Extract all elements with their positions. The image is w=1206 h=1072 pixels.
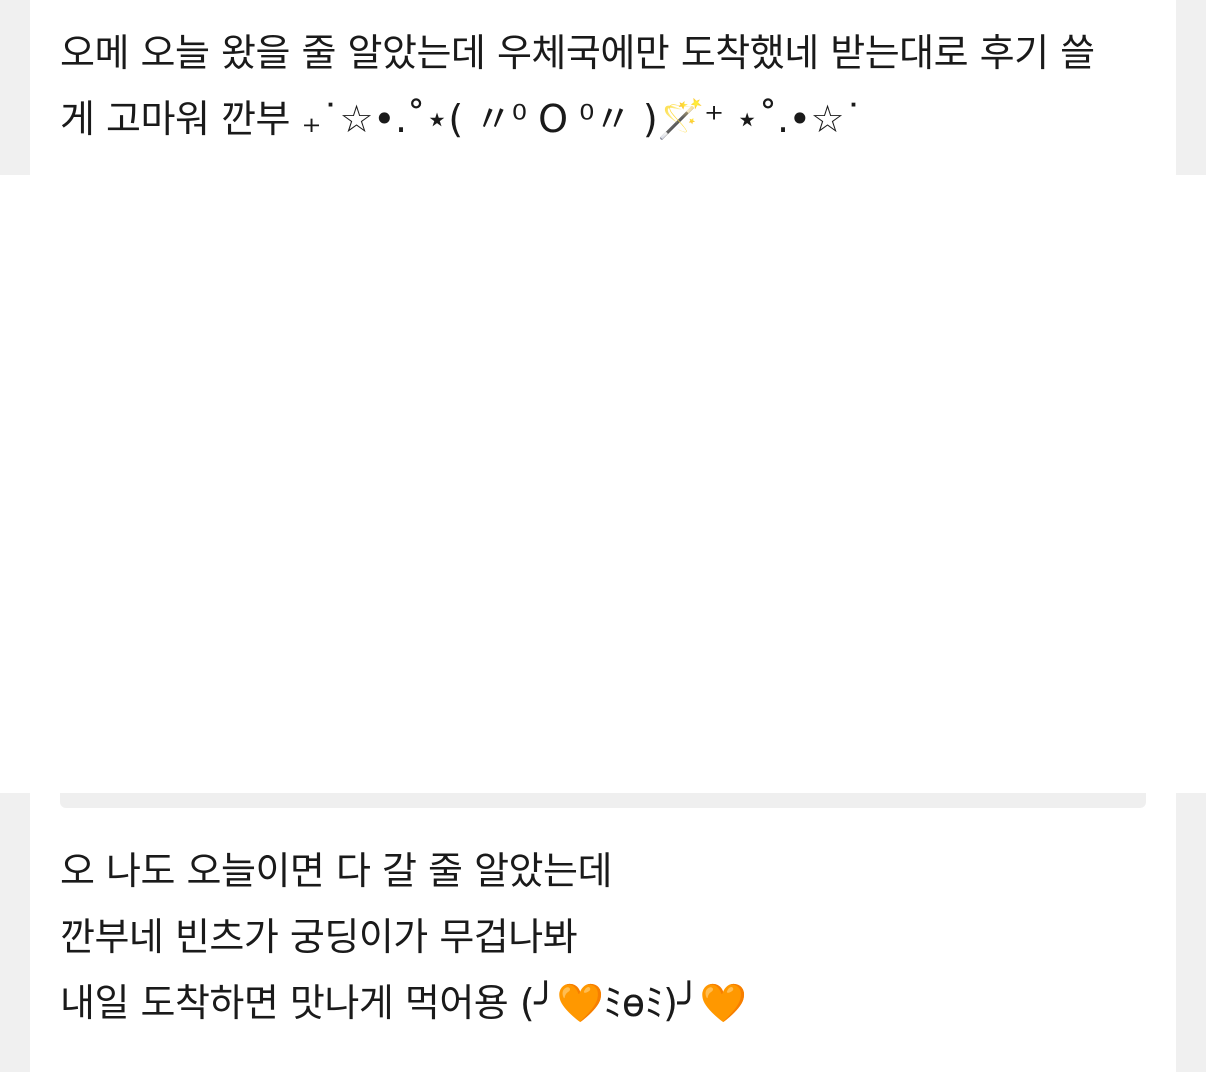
message-bottom-line-1: 오 나도 오늘이면 다 갈 줄 알았는데 (60, 849, 612, 893)
message-text-bottom: 오 나도 오늘이면 다 갈 줄 알았는데 깐부네 빈츠가 궁딩이가 무겁나봐 내… (60, 838, 747, 1036)
left-gutter-top (0, 0, 30, 175)
message-bottom-line-3: 내일 도착하면 맛나게 먹어용 (╯🧡ﾐɵﾐ)╯🧡 (60, 981, 747, 1025)
message-bottom-line-2: 깐부네 빈츠가 궁딩이가 무겁나봐 (60, 915, 578, 959)
right-gutter-top (1176, 0, 1206, 175)
message-text-top: 오메 오늘 왔을 줄 알았는데 우체국에만 도착했네 받는대로 후기 쓸 게 고… (60, 20, 1095, 152)
message-top-line-2: 게 고마워 깐부 ₊˙☆•.˚⋆( 〃⁰ O ⁰〃 )🪄⁺ ⋆˚.•☆˙ (60, 97, 863, 141)
message-top-line-1: 오메 오늘 왔을 줄 알았는데 우체국에만 도착했네 받는대로 후기 쓸 (60, 31, 1095, 75)
right-gutter-bottom (1176, 793, 1206, 1072)
left-gutter-bottom (0, 793, 30, 1072)
card-divider (60, 793, 1146, 808)
